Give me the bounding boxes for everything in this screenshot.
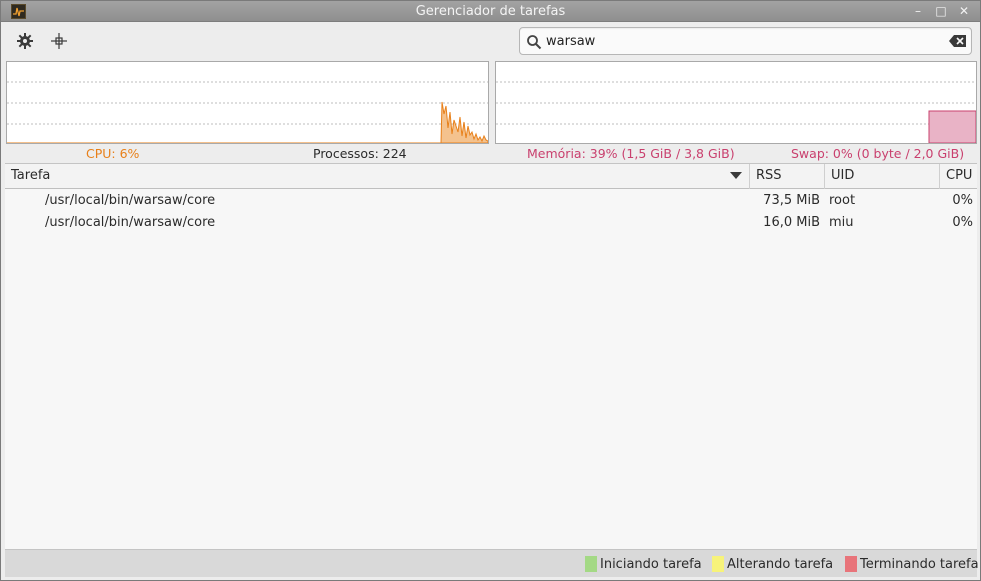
table-row[interactable]: /usr/local/bin/warsaw/core 73,5 MiB root… [5,190,977,212]
close-button[interactable]: ✕ [956,4,972,19]
swap-usage-label: Swap: 0% (0 byte / 2,0 GiB) [791,146,965,161]
cpu-usage-label: CPU: 6% [86,146,140,161]
minimize-button[interactable]: – [910,4,926,19]
legend-changing: Alterando tarefa [712,556,833,572]
cpu-history-graph [6,61,489,144]
maximize-button[interactable]: □ [933,4,949,19]
table-row[interactable]: /usr/local/bin/warsaw/core 16,0 MiB miu … [5,212,977,234]
cpu-value: 0% [952,215,973,230]
rss-value: 73,5 MiB [763,193,820,208]
legend-terminating: Terminando tarefa [845,556,979,572]
search-icon [527,35,542,50]
memory-usage-label: Memória: 39% (1,5 GiB / 3,8 GiB) [527,146,735,161]
column-header-uid[interactable]: UID [825,164,940,189]
cpu-value: 0% [952,193,973,208]
legend-changing-label: Alterando tarefa [727,556,834,572]
column-header-task[interactable]: Tarefa [5,164,750,189]
changing-color-swatch [712,556,724,572]
legend-starting-label: Iniciando tarefa [600,556,702,572]
stats-row: CPU: 6% Processos: 224 Memória: 39% (1,5… [1,146,980,162]
status-bar: Iniciando tarefa Alterando tarefa Termin… [5,549,979,577]
uid-value: root [829,193,856,208]
process-count-label: Processos: 224 [313,146,407,161]
terminating-color-swatch [845,556,857,572]
starting-color-swatch [585,556,597,572]
process-table[interactable]: Tarefa RSS UID CPU /usr/local/bin/warsaw… [5,163,977,549]
memory-history-graph [495,61,977,144]
sort-descending-icon[interactable] [730,172,742,179]
search-field[interactable] [519,27,972,55]
legend-starting: Iniciando tarefa [585,556,702,572]
rss-value: 16,0 MiB [763,215,820,230]
table-header: Tarefa RSS UID CPU [5,164,977,189]
title-bar[interactable]: Gerenciador de tarefas – □ ✕ [1,1,980,22]
uid-value: miu [829,215,854,230]
window-title: Gerenciador de tarefas [415,4,566,19]
toolbar [1,23,980,59]
task-path: /usr/local/bin/warsaw/core [45,215,216,230]
gear-icon[interactable] [15,31,35,51]
column-header-cpu[interactable]: CPU [940,164,977,189]
crosshair-icon[interactable] [49,31,69,51]
legend-terminating-label: Terminando tarefa [860,556,979,572]
search-input[interactable] [546,30,936,52]
task-manager-window: Gerenciador de tarefas – □ ✕ warsaw CPU:… [0,0,981,581]
clear-search-icon[interactable] [949,34,967,48]
task-path: /usr/local/bin/warsaw/core [45,193,216,208]
column-header-rss[interactable]: RSS [750,164,825,189]
